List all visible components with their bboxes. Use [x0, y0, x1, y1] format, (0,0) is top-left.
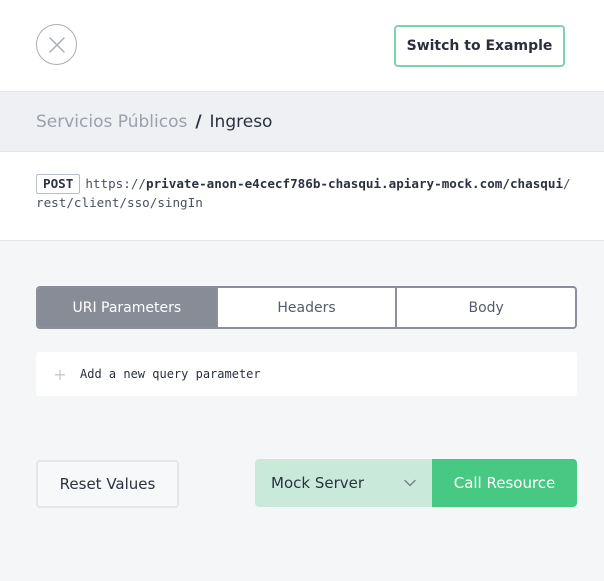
url-prefix: https:// [85, 176, 147, 191]
reset-values-button[interactable]: Reset Values [36, 460, 179, 508]
tab-body[interactable]: Body [395, 288, 575, 327]
tab-headers[interactable]: Headers [215, 288, 396, 327]
switch-to-example-button[interactable]: Switch to Example [394, 25, 565, 67]
request-url-section: POST https://private-anon-e4cecf786b-chas… [0, 152, 604, 241]
environment-select-value: Mock Server [271, 474, 365, 492]
close-button[interactable] [36, 24, 77, 65]
close-icon [48, 36, 65, 53]
breadcrumb-separator: / [195, 111, 202, 132]
plus-icon: + [53, 364, 67, 384]
breadcrumb-section: Servicios Públicos [36, 111, 188, 132]
tab-uri-parameters[interactable]: URI Parameters [38, 288, 216, 327]
environment-select[interactable]: Mock Server [255, 459, 432, 507]
breadcrumb-current: Ingreso [209, 111, 273, 132]
breadcrumb: Servicios Públicos / Ingreso [0, 91, 604, 152]
chevron-down-icon [402, 475, 418, 491]
method-badge: POST [36, 174, 81, 194]
add-query-parameter-row[interactable]: + Add a new query parameter [36, 352, 577, 396]
request-url: POST https://private-anon-e4cecf786b-chas… [36, 174, 576, 212]
call-resource-button[interactable]: Call Resource [432, 459, 577, 507]
top-bar: Switch to Example [0, 0, 604, 91]
url-host: private-anon-e4cecf786b-chasqui.apiary-m… [146, 176, 564, 191]
add-query-parameter-label: Add a new query parameter [80, 367, 261, 381]
request-tabs: URI Parameters Headers Body [36, 286, 577, 329]
